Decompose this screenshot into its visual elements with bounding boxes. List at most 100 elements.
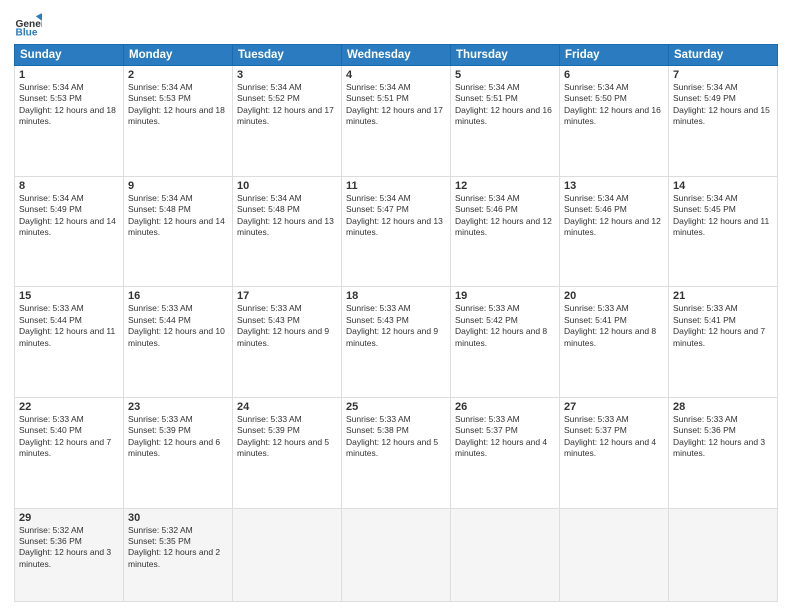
day-number: 19: [455, 290, 555, 302]
calendar-cell: 21 Sunrise: 5:33 AM Sunset: 5:41 PM Dayl…: [669, 287, 778, 398]
sunset: Sunset: 5:49 PM: [673, 93, 736, 103]
day-info: Sunrise: 5:34 AM Sunset: 5:46 PM Dayligh…: [564, 193, 664, 239]
sunset: Sunset: 5:41 PM: [564, 315, 627, 325]
daylight: Daylight: 12 hours and 3 minutes.: [19, 547, 111, 568]
week-row-5: 29 Sunrise: 5:32 AM Sunset: 5:36 PM Dayl…: [15, 508, 778, 602]
daylight: Daylight: 12 hours and 13 minutes.: [237, 216, 334, 237]
day-number: 10: [237, 180, 337, 192]
daylight: Daylight: 12 hours and 18 minutes.: [128, 105, 225, 126]
day-number: 15: [19, 290, 119, 302]
sunset: Sunset: 5:36 PM: [673, 425, 736, 435]
day-info: Sunrise: 5:33 AM Sunset: 5:42 PM Dayligh…: [455, 303, 555, 349]
sunrise: Sunrise: 5:33 AM: [455, 414, 520, 424]
weekday-thursday: Thursday: [451, 45, 560, 66]
sunset: Sunset: 5:37 PM: [564, 425, 627, 435]
day-info: Sunrise: 5:34 AM Sunset: 5:48 PM Dayligh…: [128, 193, 228, 239]
week-row-1: 1 Sunrise: 5:34 AM Sunset: 5:53 PM Dayli…: [15, 66, 778, 177]
daylight: Daylight: 12 hours and 12 minutes.: [564, 216, 661, 237]
day-number: 14: [673, 180, 773, 192]
day-number: 21: [673, 290, 773, 302]
daylight: Daylight: 12 hours and 4 minutes.: [455, 437, 547, 458]
weekday-tuesday: Tuesday: [233, 45, 342, 66]
day-info: Sunrise: 5:34 AM Sunset: 5:53 PM Dayligh…: [128, 82, 228, 128]
calendar-table: SundayMondayTuesdayWednesdayThursdayFrid…: [14, 44, 778, 602]
calendar-cell: 7 Sunrise: 5:34 AM Sunset: 5:49 PM Dayli…: [669, 66, 778, 177]
day-info: Sunrise: 5:33 AM Sunset: 5:39 PM Dayligh…: [128, 414, 228, 460]
day-number: 23: [128, 401, 228, 413]
weekday-sunday: Sunday: [15, 45, 124, 66]
sunrise: Sunrise: 5:33 AM: [346, 414, 411, 424]
day-number: 4: [346, 69, 446, 81]
daylight: Daylight: 12 hours and 17 minutes.: [346, 105, 443, 126]
sunset: Sunset: 5:46 PM: [564, 204, 627, 214]
sunset: Sunset: 5:42 PM: [455, 315, 518, 325]
day-number: 12: [455, 180, 555, 192]
sunset: Sunset: 5:45 PM: [673, 204, 736, 214]
sunset: Sunset: 5:39 PM: [128, 425, 191, 435]
calendar-cell: 18 Sunrise: 5:33 AM Sunset: 5:43 PM Dayl…: [342, 287, 451, 398]
sunset: Sunset: 5:53 PM: [128, 93, 191, 103]
daylight: Daylight: 12 hours and 2 minutes.: [128, 547, 220, 568]
calendar-cell: 4 Sunrise: 5:34 AM Sunset: 5:51 PM Dayli…: [342, 66, 451, 177]
day-number: 20: [564, 290, 664, 302]
day-number: 1: [19, 69, 119, 81]
calendar-cell: [669, 508, 778, 602]
page: General Blue SundayMondayTuesdayWednesda…: [0, 0, 792, 612]
daylight: Daylight: 12 hours and 5 minutes.: [237, 437, 329, 458]
sunrise: Sunrise: 5:34 AM: [673, 193, 738, 203]
sunrise: Sunrise: 5:33 AM: [455, 303, 520, 313]
sunrise: Sunrise: 5:33 AM: [673, 303, 738, 313]
day-info: Sunrise: 5:33 AM Sunset: 5:36 PM Dayligh…: [673, 414, 773, 460]
daylight: Daylight: 12 hours and 14 minutes.: [128, 216, 225, 237]
day-info: Sunrise: 5:34 AM Sunset: 5:49 PM Dayligh…: [673, 82, 773, 128]
calendar-cell: 24 Sunrise: 5:33 AM Sunset: 5:39 PM Dayl…: [233, 397, 342, 508]
day-number: 16: [128, 290, 228, 302]
sunrise: Sunrise: 5:33 AM: [673, 414, 738, 424]
day-number: 11: [346, 180, 446, 192]
sunrise: Sunrise: 5:33 AM: [128, 303, 193, 313]
daylight: Daylight: 12 hours and 16 minutes.: [564, 105, 661, 126]
daylight: Daylight: 12 hours and 7 minutes.: [673, 326, 765, 347]
daylight: Daylight: 12 hours and 7 minutes.: [19, 437, 111, 458]
sunrise: Sunrise: 5:33 AM: [564, 303, 629, 313]
day-number: 25: [346, 401, 446, 413]
sunset: Sunset: 5:53 PM: [19, 93, 82, 103]
sunset: Sunset: 5:35 PM: [128, 536, 191, 546]
calendar-cell: 9 Sunrise: 5:34 AM Sunset: 5:48 PM Dayli…: [124, 176, 233, 287]
calendar-cell: 16 Sunrise: 5:33 AM Sunset: 5:44 PM Dayl…: [124, 287, 233, 398]
daylight: Daylight: 12 hours and 11 minutes.: [19, 326, 115, 347]
day-info: Sunrise: 5:33 AM Sunset: 5:41 PM Dayligh…: [564, 303, 664, 349]
calendar-cell: 6 Sunrise: 5:34 AM Sunset: 5:50 PM Dayli…: [560, 66, 669, 177]
sunrise: Sunrise: 5:34 AM: [455, 82, 520, 92]
sunset: Sunset: 5:46 PM: [455, 204, 518, 214]
day-number: 17: [237, 290, 337, 302]
sunrise: Sunrise: 5:34 AM: [455, 193, 520, 203]
day-number: 24: [237, 401, 337, 413]
sunrise: Sunrise: 5:34 AM: [19, 193, 84, 203]
logo-icon: General Blue: [14, 10, 42, 38]
sunrise: Sunrise: 5:34 AM: [673, 82, 738, 92]
day-info: Sunrise: 5:33 AM Sunset: 5:43 PM Dayligh…: [237, 303, 337, 349]
sunrise: Sunrise: 5:34 AM: [346, 82, 411, 92]
sunrise: Sunrise: 5:32 AM: [128, 525, 193, 535]
daylight: Daylight: 12 hours and 6 minutes.: [128, 437, 220, 458]
calendar-cell: 11 Sunrise: 5:34 AM Sunset: 5:47 PM Dayl…: [342, 176, 451, 287]
day-number: 27: [564, 401, 664, 413]
day-info: Sunrise: 5:34 AM Sunset: 5:53 PM Dayligh…: [19, 82, 119, 128]
weekday-wednesday: Wednesday: [342, 45, 451, 66]
daylight: Daylight: 12 hours and 15 minutes.: [673, 105, 770, 126]
day-number: 29: [19, 512, 119, 524]
sunset: Sunset: 5:38 PM: [346, 425, 409, 435]
sunrise: Sunrise: 5:34 AM: [237, 82, 302, 92]
sunrise: Sunrise: 5:33 AM: [346, 303, 411, 313]
day-number: 9: [128, 180, 228, 192]
week-row-2: 8 Sunrise: 5:34 AM Sunset: 5:49 PM Dayli…: [15, 176, 778, 287]
day-info: Sunrise: 5:34 AM Sunset: 5:51 PM Dayligh…: [346, 82, 446, 128]
calendar-cell: 20 Sunrise: 5:33 AM Sunset: 5:41 PM Dayl…: [560, 287, 669, 398]
sunrise: Sunrise: 5:34 AM: [564, 193, 629, 203]
day-info: Sunrise: 5:33 AM Sunset: 5:44 PM Dayligh…: [19, 303, 119, 349]
calendar-cell: 5 Sunrise: 5:34 AM Sunset: 5:51 PM Dayli…: [451, 66, 560, 177]
calendar-cell: 14 Sunrise: 5:34 AM Sunset: 5:45 PM Dayl…: [669, 176, 778, 287]
day-number: 7: [673, 69, 773, 81]
day-number: 22: [19, 401, 119, 413]
